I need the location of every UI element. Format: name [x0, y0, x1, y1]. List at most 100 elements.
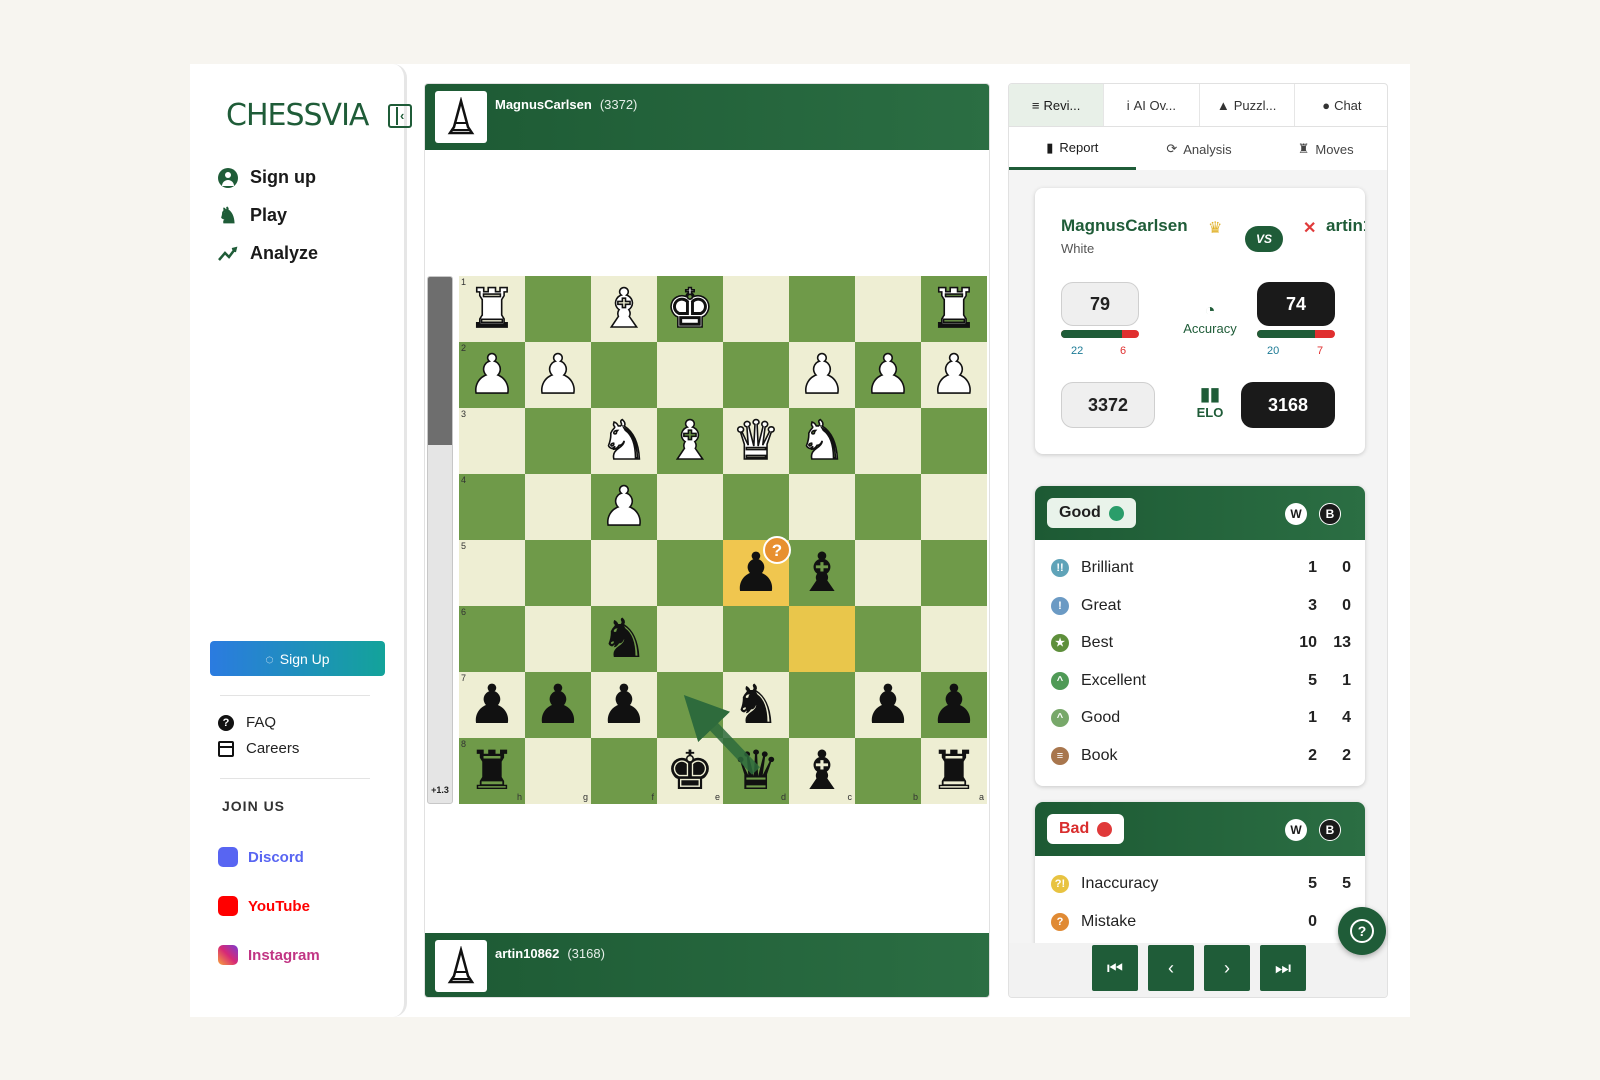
board-square[interactable]: ♟?	[723, 536, 791, 606]
board-square[interactable]	[855, 606, 921, 672]
board-square[interactable]: ♜	[921, 276, 987, 342]
board-square[interactable]: ♝	[591, 276, 657, 342]
board-square[interactable]: ♟	[591, 672, 657, 738]
black-knight-icon[interactable]: ♞	[732, 678, 780, 732]
first-move-button[interactable]: ⏮	[1092, 945, 1138, 991]
board-square[interactable]: ♟	[921, 672, 987, 738]
tab-puzzles[interactable]: ▲ Puzzl...	[1200, 84, 1295, 126]
board-square[interactable]: ♟	[855, 672, 921, 738]
board-square[interactable]	[789, 672, 855, 738]
board-square[interactable]	[657, 606, 723, 672]
white-rook-icon[interactable]: ♜	[929, 281, 979, 337]
tab-analysis[interactable]: ⟳ Analysis	[1136, 128, 1263, 170]
white-pawn-icon[interactable]: ♟	[467, 347, 517, 403]
board-square[interactable]: e ♚	[657, 738, 723, 804]
careers-link[interactable]: Careers	[218, 740, 299, 757]
black-pawn-icon[interactable]: ♟	[468, 678, 516, 732]
board-square[interactable]	[525, 408, 591, 474]
board-square[interactable]: ♟	[789, 342, 855, 408]
black-queen-icon[interactable]: ♛	[732, 744, 780, 798]
board-square[interactable]	[921, 474, 987, 540]
board-square[interactable]: ♟	[525, 342, 591, 408]
white-pawn-icon[interactable]: ♟	[797, 347, 847, 403]
board-square[interactable]: ♛	[723, 408, 789, 474]
faq-link[interactable]: ? FAQ	[218, 714, 276, 731]
white-pawn-icon[interactable]: ♟	[863, 347, 913, 403]
board-square[interactable]	[525, 606, 591, 672]
board-square[interactable]: b	[855, 738, 921, 804]
nav-analyze[interactable]: Analyze	[218, 243, 318, 264]
black-king-icon[interactable]: ♚	[666, 744, 714, 798]
board-square[interactable]	[657, 672, 723, 738]
white-pawn-icon[interactable]: ♟	[929, 347, 979, 403]
collapse-sidebar-icon[interactable]: ‹	[388, 104, 412, 128]
white-king-icon[interactable]: ♚	[665, 281, 715, 337]
white-rook-icon[interactable]: ♜	[467, 281, 517, 337]
board-square[interactable]: a ♜	[921, 738, 987, 804]
board-square[interactable]: ♟	[525, 672, 591, 738]
board-square[interactable]	[723, 606, 789, 672]
sign-up-button[interactable]: ◌ Sign Up	[210, 641, 385, 676]
white-pawn-icon[interactable]: ♟	[533, 347, 583, 403]
black-rook-icon[interactable]: ♜	[468, 744, 516, 798]
board-square[interactable]: ♝	[657, 408, 723, 474]
board-square[interactable]	[789, 474, 855, 540]
chess-board[interactable]: 1 ♜ ♝ ♚ ♜ 2 ♟ ♟ ♟ ♟ ♟ 3 ♞ ♝ ♛ ♞ 4 ♟ 5 ♟? ♝ 6 ♞ 7 ♟ ♟ ♟ ♞ ♟ ♟ 8 h ♜ g f e ♚ d ♛…	[459, 276, 987, 804]
board-square[interactable]	[657, 474, 723, 540]
next-move-button[interactable]: ›	[1204, 945, 1250, 991]
board-square[interactable]: d ♛	[723, 738, 789, 804]
tab-chat[interactable]: ● Chat	[1295, 84, 1387, 126]
board-square[interactable]	[921, 540, 987, 606]
black-pawn-icon[interactable]: ♟	[864, 678, 912, 732]
board-square[interactable]: ♞	[789, 408, 855, 474]
board-square[interactable]: 5	[459, 540, 525, 606]
board-square[interactable]: 1 ♜	[459, 276, 525, 342]
board-square[interactable]: f	[591, 738, 657, 804]
nav-play[interactable]: ♞ Play	[218, 204, 287, 226]
board-square[interactable]	[591, 540, 657, 606]
board-square[interactable]	[525, 474, 591, 540]
board-square[interactable]	[855, 540, 921, 606]
board-square[interactable]	[657, 540, 723, 606]
board-square[interactable]	[591, 342, 657, 408]
report-scroll-area[interactable]: MagnusCarlsen ♛ White VS ✕ artin10 B 79 …	[1009, 170, 1387, 943]
board-square[interactable]: ♞	[591, 408, 657, 474]
board-square[interactable]	[723, 342, 789, 408]
white-pawn-icon[interactable]: ♟	[599, 479, 649, 535]
tab-review[interactable]: ≡ Revi...	[1009, 84, 1105, 126]
discord-link[interactable]: Discord	[218, 847, 304, 867]
board-square[interactable]	[921, 606, 987, 672]
white-bishop-icon[interactable]: ♝	[665, 413, 715, 469]
board-square[interactable]	[789, 276, 855, 342]
black-pawn-icon[interactable]: ♟	[930, 678, 978, 732]
board-square[interactable]	[723, 276, 789, 342]
board-square[interactable]: ♚	[657, 276, 723, 342]
black-knight-icon[interactable]: ♞	[600, 612, 648, 666]
board-square[interactable]: ♟	[855, 342, 921, 408]
board-square[interactable]: ♟	[591, 474, 657, 540]
help-button[interactable]: ?	[1338, 907, 1386, 955]
instagram-link[interactable]: Instagram	[218, 945, 320, 965]
board-square[interactable]: 7 ♟	[459, 672, 525, 738]
board-square[interactable]: 4	[459, 474, 525, 540]
tab-report[interactable]: ▮ Report	[1009, 128, 1136, 170]
board-square[interactable]: ♝	[789, 540, 855, 606]
board-square[interactable]: c ♝	[789, 738, 855, 804]
black-pawn-icon[interactable]: ♟	[600, 678, 648, 732]
board-square[interactable]	[657, 342, 723, 408]
black-bishop-icon[interactable]: ♝	[798, 546, 846, 600]
board-square[interactable]	[921, 408, 987, 474]
board-square[interactable]: 6	[459, 606, 525, 672]
white-bishop-icon[interactable]: ♝	[599, 281, 649, 337]
board-square[interactable]	[525, 540, 591, 606]
tab-ai-overview[interactable]: i AI Ov...	[1104, 84, 1200, 126]
black-pawn-icon[interactable]: ♟	[534, 678, 582, 732]
previous-move-button[interactable]: ‹	[1148, 945, 1194, 991]
board-square[interactable]	[855, 474, 921, 540]
board-square[interactable]	[723, 474, 789, 540]
nav-sign-up[interactable]: Sign up	[218, 167, 316, 188]
board-square[interactable]	[855, 408, 921, 474]
board-square[interactable]	[789, 606, 855, 672]
youtube-link[interactable]: YouTube	[218, 896, 310, 916]
board-square[interactable]: 2 ♟	[459, 342, 525, 408]
